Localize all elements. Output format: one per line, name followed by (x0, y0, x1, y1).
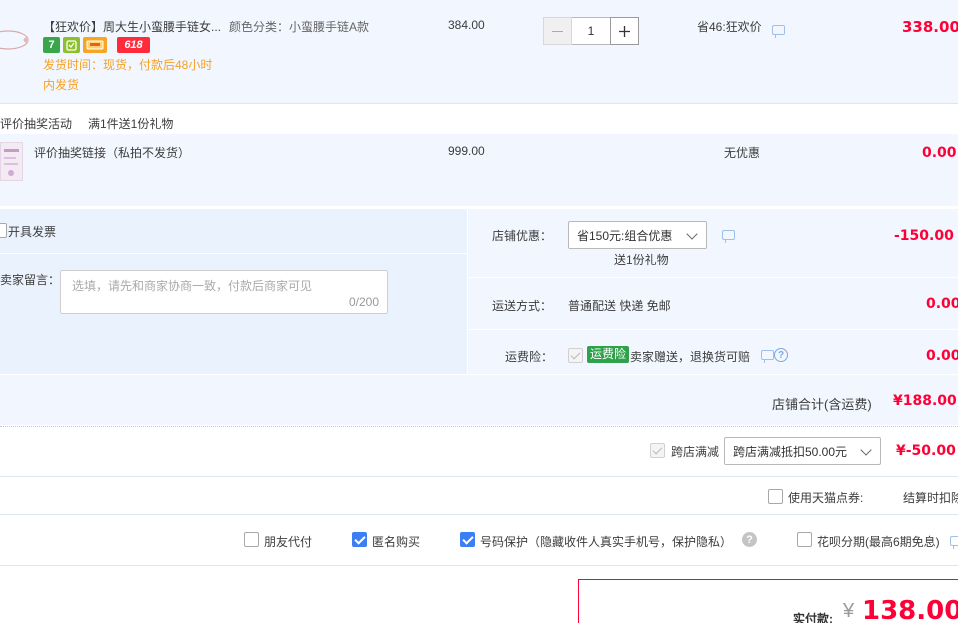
tag-guarantee-icon (63, 37, 80, 53)
huabei-checkbox[interactable] (797, 532, 812, 547)
promo-label: 评价抽奖活动 (0, 117, 73, 131)
message-field[interactable]: 选填，请先和商家协商一致，付款后商家可见 0/200 (60, 270, 388, 314)
insurance-badge: 运费险 (587, 346, 630, 363)
item1-ship-time-cont: 内发货 (43, 78, 80, 92)
divider (0, 565, 958, 566)
cross-store-label: 跨店满减 (671, 445, 720, 459)
discount-info-chat-icon[interactable] (772, 25, 785, 38)
promo-gift: 满1件送1份礼物 (88, 117, 174, 131)
help-icon[interactable]: ? (774, 348, 788, 362)
divider (0, 374, 958, 375)
divider (0, 426, 958, 427)
cross-store-select[interactable]: 跨店满减抵扣50.00元 (724, 437, 881, 465)
message-char-count: 0/200 (348, 295, 379, 309)
tag-618-icon: 618 (117, 37, 150, 53)
item1-title[interactable]: 【狂欢价】周大生小蛮腰手链女... (43, 18, 221, 35)
anonymous-label[interactable]: 匿名购买 (372, 533, 420, 550)
shop-discount-amount: -150.00 (894, 228, 954, 244)
chevron-down-icon (860, 444, 872, 456)
message-label: 卖家留言： (0, 273, 61, 287)
tag-7-day-return-icon: 7 (43, 37, 60, 53)
cross-store-checkbox (650, 443, 665, 458)
tmall-coupon-note: 结算时扣除 (903, 491, 958, 505)
quantity-input[interactable]: 1 (572, 17, 610, 45)
quantity-plus-button[interactable] (610, 17, 639, 45)
shop-discount-label: 店铺优惠： (492, 229, 553, 243)
product-thumb-raffle[interactable] (0, 142, 23, 181)
invoice-label[interactable]: 开具发票 (8, 223, 56, 240)
divider (0, 476, 958, 477)
item1-sku-value: 小蛮腰手链A款 (289, 20, 370, 34)
minus-icon (552, 30, 563, 32)
huabei-chat-icon[interactable] (950, 536, 958, 549)
shipping-value: 普通配送 快递 免邮 (568, 299, 671, 313)
divider (0, 253, 467, 254)
divider (0, 103, 958, 104)
shop-gift: 送1份礼物 (614, 253, 669, 267)
item2-unit-price: 999.00 (448, 144, 485, 158)
quantity-minus-button[interactable] (543, 17, 572, 45)
divider (468, 329, 958, 330)
item1-subtotal: 338.00 (902, 18, 958, 36)
cross-store-value: 跨店满减抵扣50.00元 (733, 444, 848, 459)
insurance-amount: 0.00 (926, 348, 958, 364)
quantity-stepper: 1 (543, 17, 639, 45)
pay-label: 实付款: (793, 612, 833, 623)
shop-discount-select[interactable]: 省150元:组合优惠 (568, 221, 707, 249)
item2-discount: 无优惠 (724, 146, 761, 160)
privacy-checkbox[interactable] (460, 532, 475, 547)
friend-pay-checkbox[interactable] (244, 532, 259, 547)
vertical-divider (467, 209, 468, 374)
anonymous-checkbox[interactable] (352, 532, 367, 547)
tag-card-icon (83, 37, 107, 53)
cross-store-amount: ¥-50.00 (896, 443, 956, 459)
tmall-coupon-checkbox[interactable] (768, 489, 783, 504)
divider (0, 514, 958, 515)
insurance-chat-icon[interactable] (761, 350, 774, 363)
item1-discount: 省46:狂欢价 (697, 20, 762, 34)
privacy-label[interactable]: 号码保护（隐藏收件人真实手机号，保护隐私） (480, 533, 732, 550)
insurance-checkbox (568, 348, 583, 363)
pay-amount: 138.00 (862, 596, 958, 623)
shop-total-label: 店铺合计(含运费) (772, 397, 872, 412)
chevron-down-icon (686, 228, 698, 240)
pay-currency: ¥ (843, 600, 855, 622)
plus-icon (619, 25, 630, 37)
huabei-label[interactable]: 花呗分期(最高6期免息) (817, 533, 940, 550)
shipping-label: 运送方式： (492, 299, 553, 313)
shop-discount-chat-icon[interactable] (722, 230, 735, 243)
help-icon[interactable]: ? (742, 532, 757, 547)
friend-pay-label[interactable]: 朋友代付 (264, 533, 312, 550)
shipping-amount: 0.00 (926, 296, 958, 312)
invoice-checkbox[interactable] (0, 223, 7, 238)
shop-total-value: ¥188.00 (893, 393, 957, 409)
product-thumb-bracelet[interactable] (0, 14, 30, 62)
message-placeholder: 选填，请先和商家协商一致，付款后商家可见 (72, 279, 313, 293)
item1-ship-time: 发货时间：现货，付款后48小时 (43, 58, 213, 72)
shop-discount-value: 省150元:组合优惠 (577, 228, 673, 243)
insurance-text: 卖家赠送，退换货可赔 (630, 350, 751, 364)
item2-subtotal: 0.00 (922, 145, 957, 161)
item1-unit-price: 384.00 (448, 18, 485, 32)
divider (468, 277, 958, 278)
item1-sku-label: 颜色分类： (229, 20, 290, 34)
item2-title[interactable]: 评价抽奖链接（私拍不发货） (34, 144, 190, 161)
insurance-label: 运费险： (505, 350, 554, 364)
tmall-coupon-label[interactable]: 使用天猫点券: (788, 489, 863, 506)
